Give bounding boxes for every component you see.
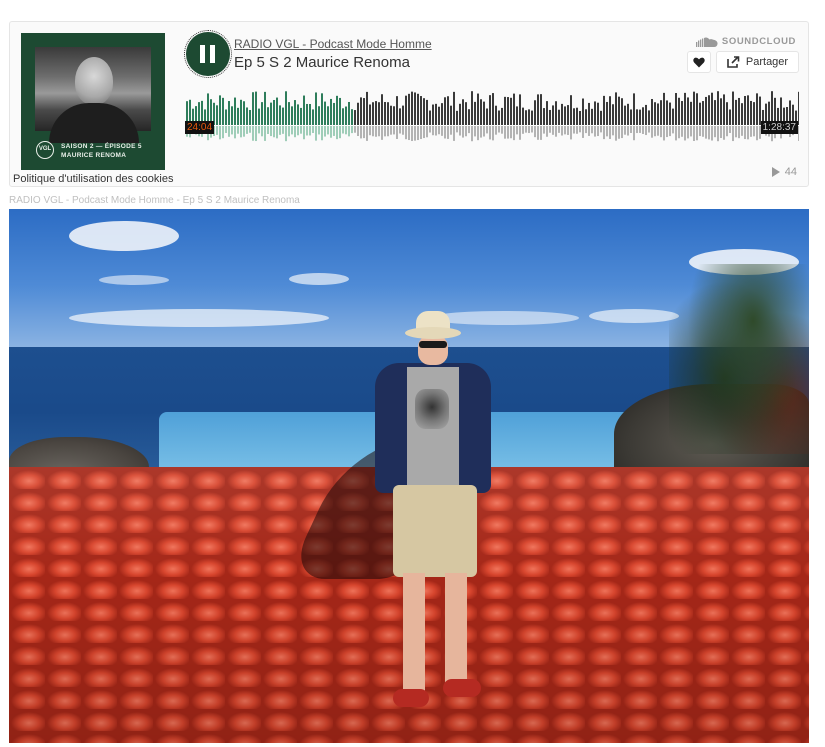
cover-title: SAISON 2 — ÉPISODE 5 MAURICE RENOMA <box>61 142 161 160</box>
cover-title-line1: SAISON 2 — ÉPISODE 5 <box>61 143 142 150</box>
time-elapsed: 24:04 <box>185 121 215 134</box>
portrait-head <box>75 57 113 105</box>
photo-cloud <box>69 309 329 327</box>
photo-cloud <box>69 221 179 251</box>
track-title[interactable]: Ep 5 S 2 Maurice Renoma <box>234 54 410 71</box>
waveform-scrubber[interactable] <box>186 87 799 147</box>
episode-photo <box>9 209 809 743</box>
person-leg <box>445 573 467 683</box>
soundcloud-player: VGL SAISON 2 — ÉPISODE 5 MAURICE RENOMA … <box>9 21 809 187</box>
cover-portrait <box>35 47 151 143</box>
photo-foliage <box>669 264 809 454</box>
person-hat-brim <box>405 327 461 339</box>
soundcloud-brand-link[interactable]: SOUNDCLOUD <box>695 36 796 47</box>
uploader-link[interactable]: RADIO VGL - Podcast Mode Homme <box>234 37 432 51</box>
cover-artwork[interactable]: VGL SAISON 2 — ÉPISODE 5 MAURICE RENOMA <box>21 33 165 170</box>
person-shoe <box>443 679 481 697</box>
play-count: 44 <box>771 166 797 178</box>
cookies-policy-link[interactable]: Politique d'utilisation des cookies <box>13 173 174 185</box>
waveform-bars <box>186 91 799 142</box>
pause-button[interactable] <box>184 30 232 78</box>
portrait-body <box>49 103 139 143</box>
person-face <box>418 335 448 365</box>
person-leg <box>403 573 425 693</box>
pause-icon-bar <box>210 45 215 63</box>
person-sunglasses <box>419 341 447 348</box>
play-count-value: 44 <box>784 166 797 178</box>
cover-title-line2: MAURICE RENOMA <box>61 152 127 159</box>
share-icon <box>727 56 740 68</box>
play-count-icon <box>771 167 780 177</box>
person-shoe <box>393 689 429 707</box>
photo-cloud <box>289 273 349 285</box>
photo-cloud <box>99 275 169 285</box>
embed-caption: RADIO VGL - Podcast Mode Homme - Ep 5 S … <box>9 195 300 206</box>
soundcloud-brand-label: SOUNDCLOUD <box>721 36 796 47</box>
photo-cloud <box>589 309 679 323</box>
soundcloud-icon <box>695 37 718 47</box>
vgl-logo: VGL <box>36 141 54 159</box>
person-shirt-print <box>415 389 449 429</box>
person-shorts <box>393 485 477 577</box>
share-label: Partager <box>745 56 789 68</box>
pause-icon <box>200 45 205 63</box>
photo-person <box>371 309 497 729</box>
like-button[interactable] <box>687 51 711 73</box>
share-button[interactable]: Partager <box>716 51 799 73</box>
time-total: 1:28:37 <box>760 121 798 134</box>
heart-icon <box>693 57 705 67</box>
